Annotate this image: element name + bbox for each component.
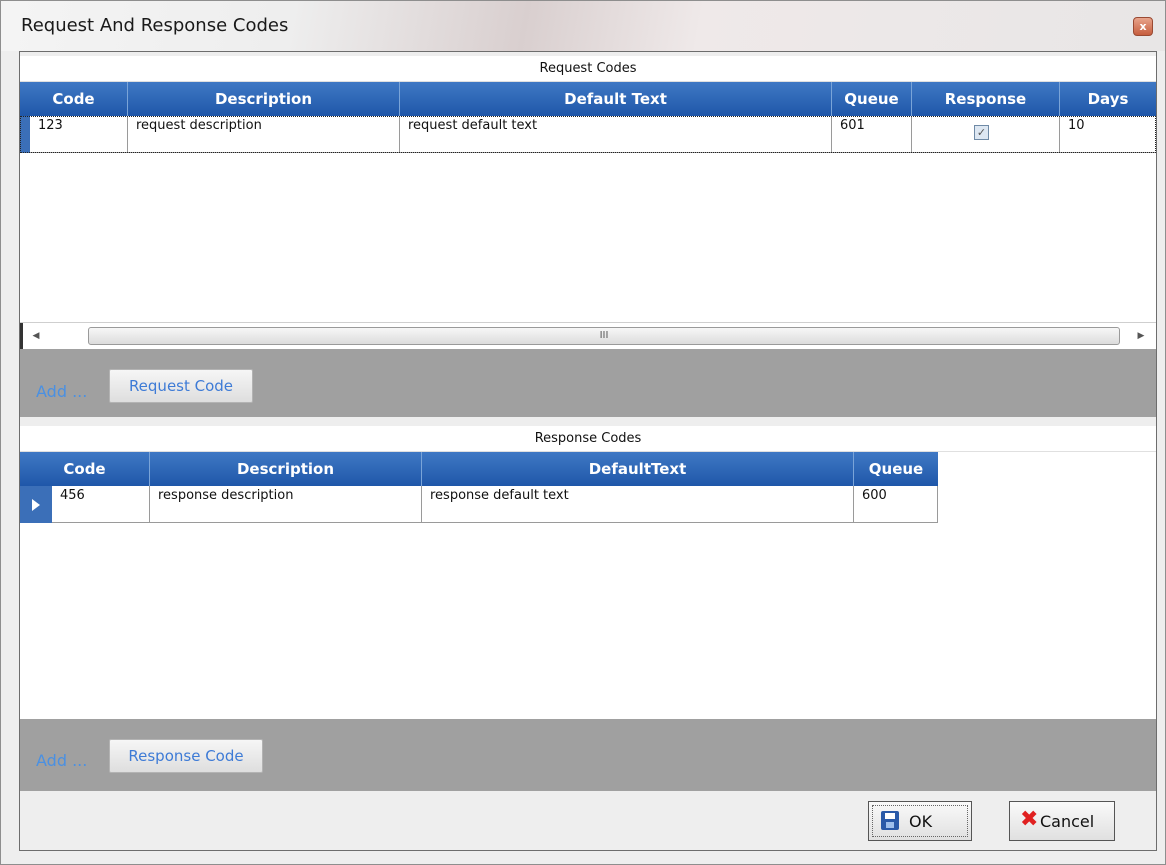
close-icon[interactable]: x [1133,17,1153,36]
row-selector[interactable] [20,116,30,153]
col-header-default-text[interactable]: DefaultText [422,452,854,486]
response-codes-grid: Code Description DefaultText Queue 456 r… [20,452,1156,719]
ok-label: OK [909,812,933,831]
response-button-band: Add ... Response Code [20,719,1156,791]
cell-queue[interactable]: 600 [854,486,938,523]
response-codes-title: Response Codes [20,426,1156,452]
col-header-response[interactable]: Response [912,82,1060,116]
row-selector-arrow-icon [32,499,40,511]
scroll-right-icon[interactable]: ▶ [1128,323,1154,349]
cell-code[interactable]: 123 [30,116,128,153]
cancel-button[interactable]: ✖ Cancel [1009,801,1115,841]
col-header-description[interactable]: Description [150,452,422,486]
table-row[interactable]: 456 response description response defaul… [20,486,938,523]
cancel-x-icon: ✖ [1020,807,1039,832]
response-checkbox[interactable]: ✓ [974,125,989,140]
col-header-days[interactable]: Days [1060,82,1156,116]
save-icon [881,811,899,830]
request-grid-header: Code Description Default Text Queue Resp… [20,82,1156,116]
scroll-left-icon[interactable]: ◀ [20,323,49,349]
dialog-content: Request Codes Code Description Default T… [19,51,1157,851]
cell-response[interactable]: ✓ [912,116,1060,153]
request-code-button[interactable]: Request Code [109,369,253,403]
row-selector[interactable] [20,486,52,523]
ok-button[interactable]: OK [868,801,972,841]
title-bar: Request And Response Codes x [1,1,1165,51]
scroll-thumb[interactable]: III [88,327,1120,345]
cell-queue[interactable]: 601 [832,116,912,153]
col-header-description[interactable]: Description [128,82,400,116]
col-header-default-text[interactable]: Default Text [400,82,832,116]
window-title: Request And Response Codes [21,15,289,36]
response-code-button[interactable]: Response Code [109,739,263,773]
cell-default-text[interactable]: request default text [400,116,832,153]
request-horizontal-scrollbar[interactable]: ◀ III ▶ [20,322,1156,349]
col-header-queue[interactable]: Queue [832,82,912,116]
cell-description[interactable]: request description [128,116,400,153]
response-add-label[interactable]: Add ... [36,751,87,770]
table-row[interactable]: 123 request description request default … [20,116,1156,153]
cell-days[interactable]: 10 [1060,116,1156,153]
col-header-code[interactable]: Code [20,82,128,116]
cell-description[interactable]: response description [150,486,422,523]
request-add-label[interactable]: Add ... [36,382,87,401]
col-header-code[interactable]: Code [20,452,150,486]
cancel-label: Cancel [1040,812,1095,831]
request-button-band: Add ... Request Code [20,349,1156,417]
col-header-queue[interactable]: Queue [854,452,938,486]
request-codes-grid: Code Description Default Text Queue Resp… [20,82,1156,322]
request-codes-title: Request Codes [20,56,1156,82]
checkmark-icon: ✓ [976,126,987,139]
cell-default-text[interactable]: response default text [422,486,854,523]
cell-code[interactable]: 456 [52,486,150,523]
scroll-grip-icon: III [599,330,609,341]
response-grid-header: Code Description DefaultText Queue [20,452,938,486]
dialog-window: Request And Response Codes x Request Cod… [0,0,1166,865]
